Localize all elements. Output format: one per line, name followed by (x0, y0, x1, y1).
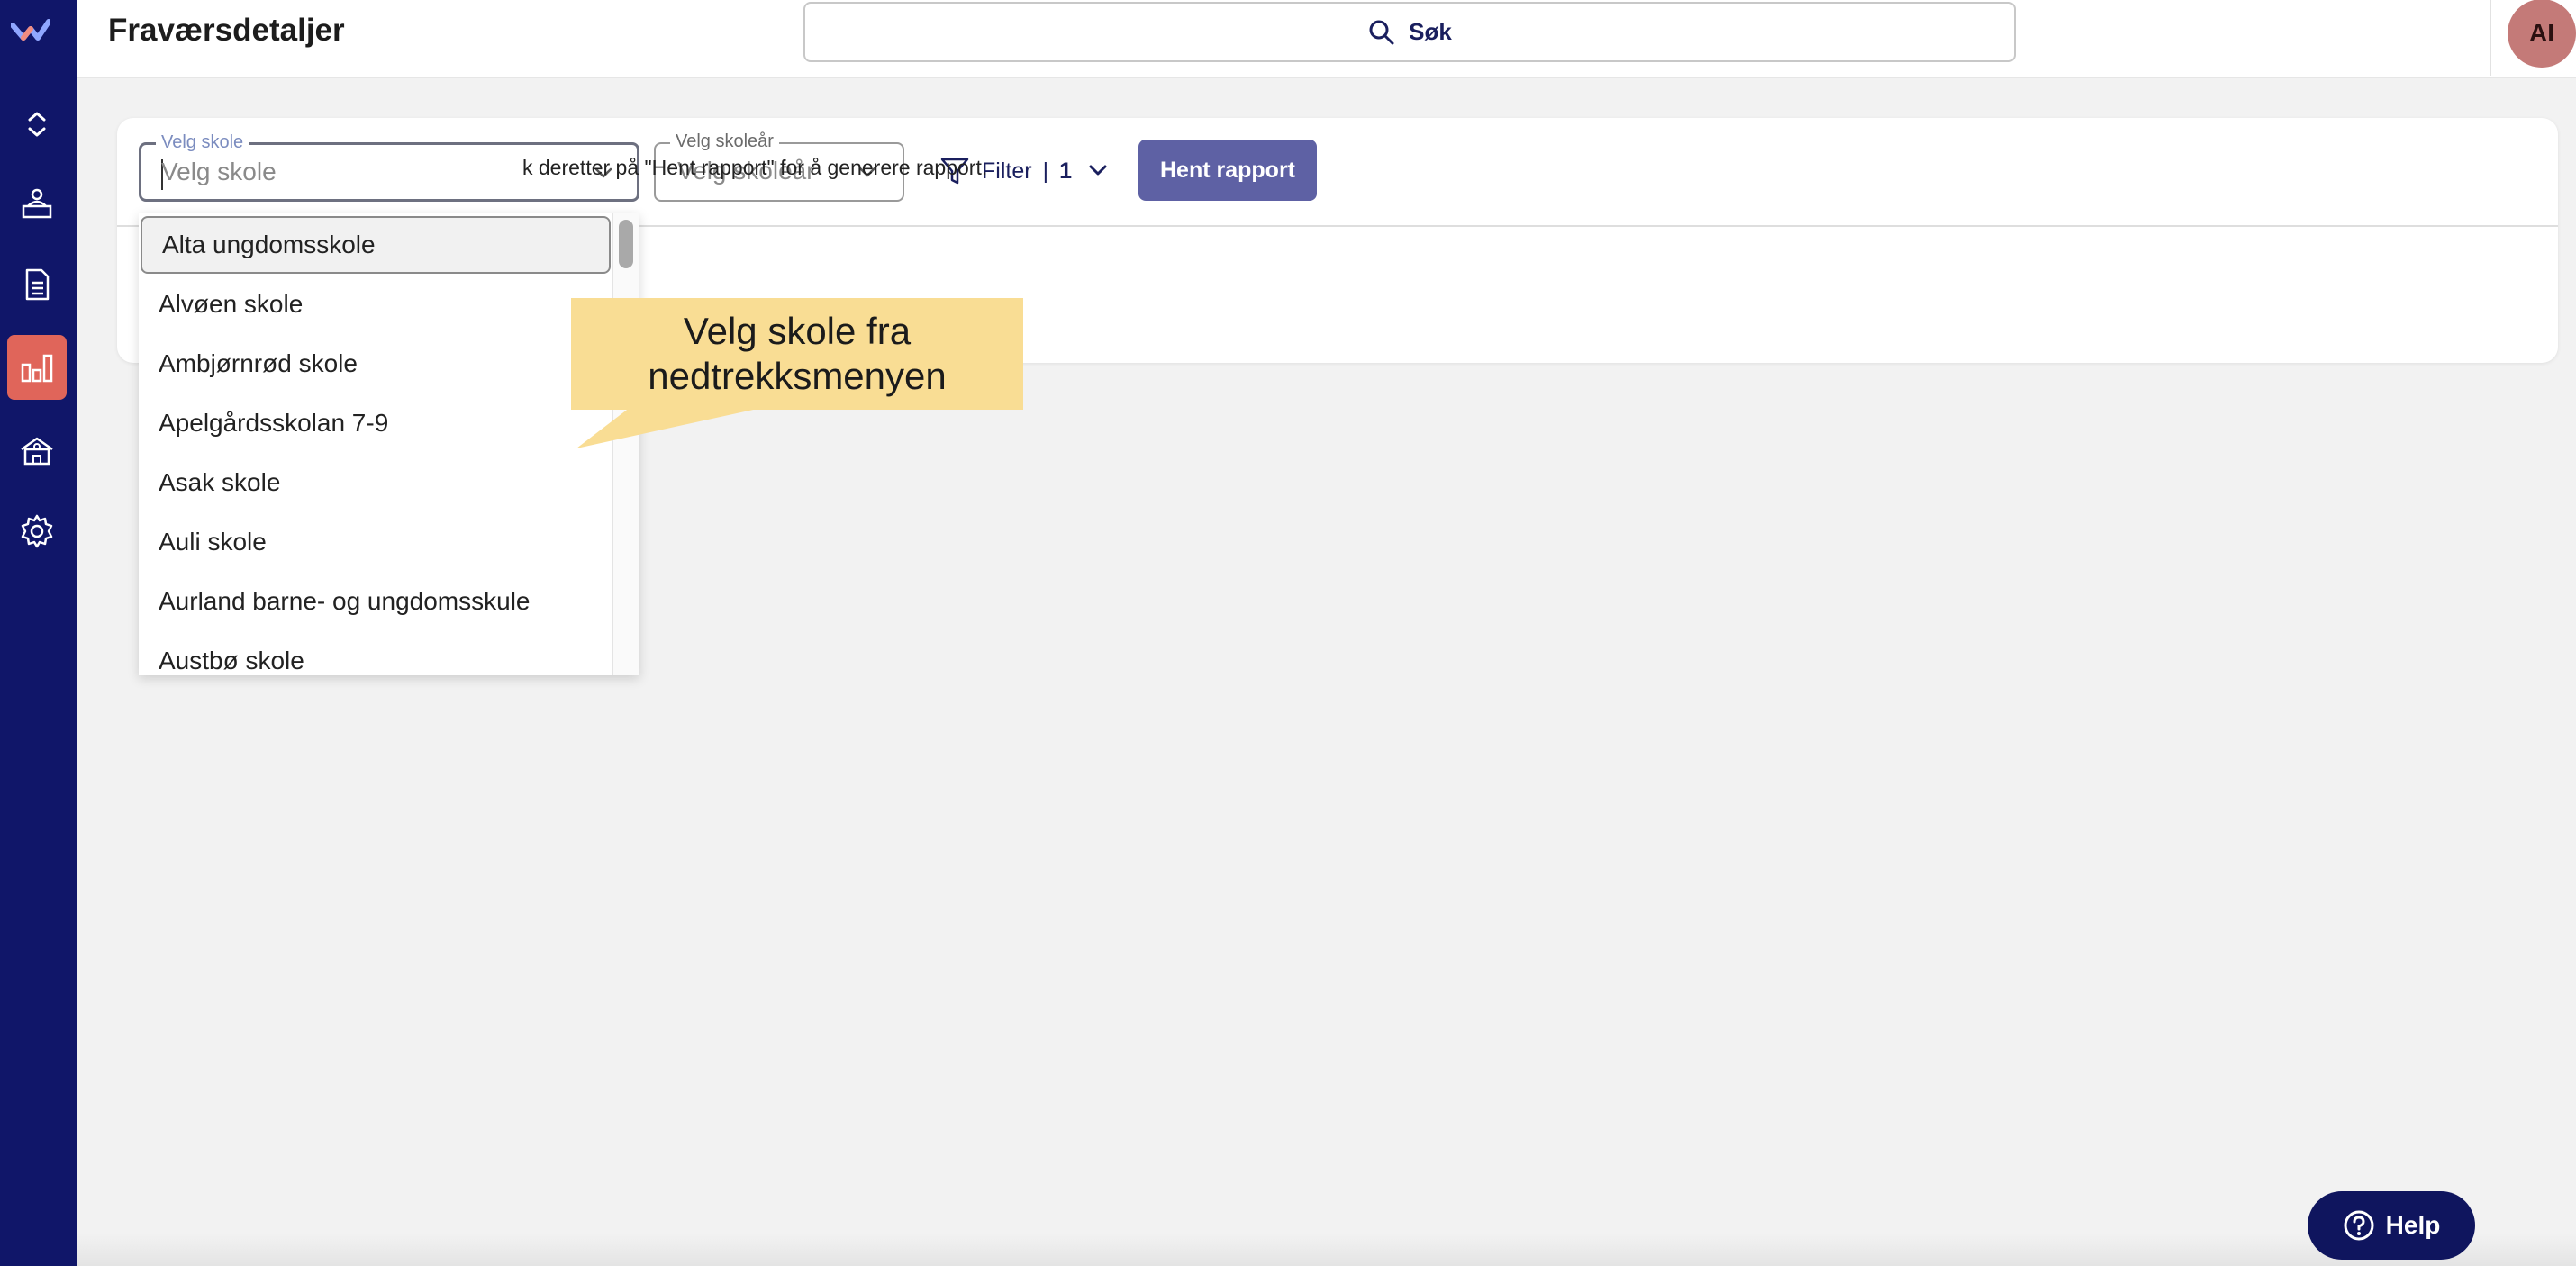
filter-label: Filter (982, 158, 1032, 184)
school-option[interactable]: Asak skole (139, 454, 611, 511)
school-building-icon (21, 437, 53, 466)
school-select-legend: Velg skole (156, 132, 249, 153)
avatar[interactable]: AI (2508, 0, 2576, 68)
callout-line-2: nedtrekksmenyen (648, 355, 947, 397)
app-logo[interactable] (10, 16, 51, 49)
school-option[interactable]: Apelgårdsskolan 7-9 (139, 394, 611, 452)
gear-icon (21, 514, 53, 548)
sidebar (0, 0, 77, 1266)
filter-count-badge: 1 (1059, 158, 1072, 184)
question-mark-icon (2344, 1210, 2374, 1241)
top-bar: Fraværsdetaljer Søk AI (77, 0, 2576, 78)
bottom-shade (77, 1234, 2576, 1266)
topbar-divider (2490, 0, 2491, 76)
user-desk-icon (22, 188, 52, 219)
document-icon (25, 268, 50, 301)
school-option[interactable]: Ambjørnrød skole (139, 335, 611, 393)
search-label: Søk (1409, 18, 1452, 45)
school-option[interactable]: Aurland barne- og ungdomsskule (139, 573, 611, 630)
sidebar-item-settings[interactable] (7, 499, 67, 564)
sidebar-expand-toggle[interactable] (7, 92, 67, 157)
expand-collapse-icon (28, 112, 46, 137)
get-report-button[interactable]: Hent rapport (1138, 140, 1317, 201)
filter-chevron-down-icon[interactable] (1084, 157, 1111, 184)
school-year-select-legend: Velg skoleår (670, 131, 779, 152)
school-option[interactable]: Alvøen skole (139, 276, 611, 333)
search-icon (1369, 20, 1394, 44)
filter-separator: | (1042, 158, 1049, 184)
sidebar-item-documents[interactable] (7, 252, 67, 317)
school-dropdown-list: Alta ungdomsskole Alvøen skole Ambjørnrø… (139, 213, 639, 675)
school-option[interactable]: Austbø skole (139, 632, 611, 675)
sidebar-item-reports[interactable] (7, 335, 67, 400)
sidebar-item-students[interactable] (7, 171, 67, 236)
info-text: k deretter på "Hent rapport" for å gener… (522, 156, 988, 179)
dropdown-scrollbar-thumb[interactable] (619, 220, 633, 268)
help-label: Help (2385, 1211, 2441, 1239)
bar-chart-icon (21, 354, 53, 383)
page-title: Fraværsdetaljer (108, 13, 345, 48)
search-button[interactable]: Søk (803, 2, 2016, 62)
callout-pointer (576, 407, 766, 448)
sidebar-item-schools[interactable] (7, 418, 67, 483)
school-option[interactable]: Alta ungdomsskole (141, 216, 611, 274)
callout-line-1: Velg skole fra (683, 310, 912, 352)
help-button[interactable]: Help (2308, 1191, 2475, 1260)
school-option[interactable]: Auli skole (139, 513, 611, 571)
school-select-placeholder: Velg skole (161, 158, 277, 185)
guide-callout: Velg skole fra nedtrekksmenyen (571, 298, 1023, 410)
